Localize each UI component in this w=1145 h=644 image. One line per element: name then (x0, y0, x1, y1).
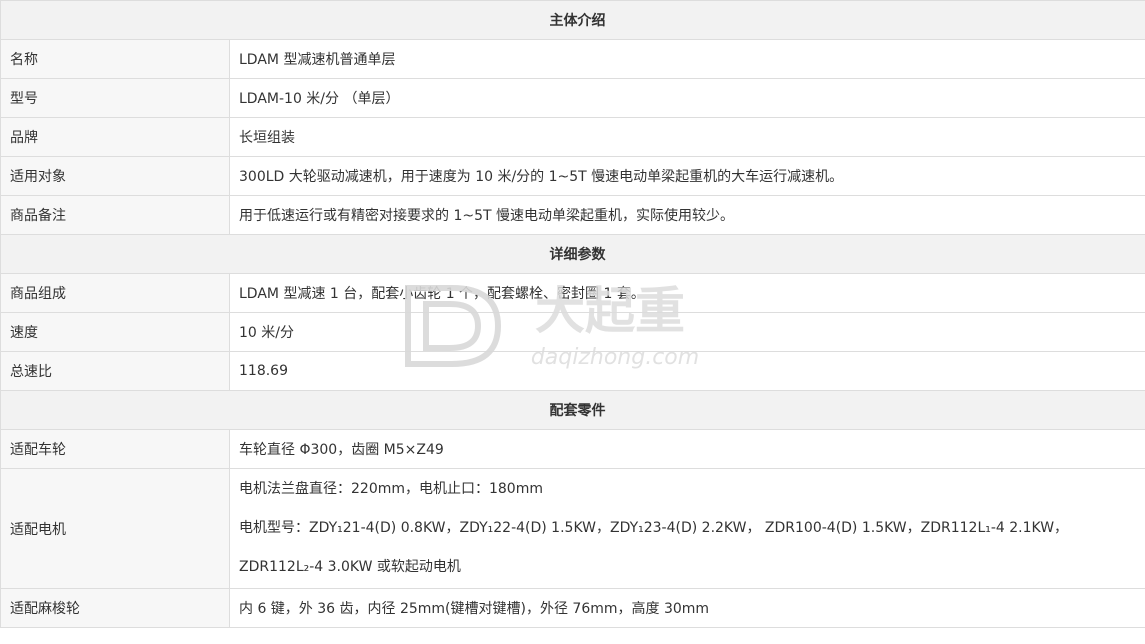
table-row: 商品组成 LDAM 型减速 1 台，配套小齿轮 1 个，配套螺栓、密封圈 1 套… (0, 273, 1145, 313)
row-label: 总速比 (0, 351, 230, 391)
row-value: 车轮直径 Φ300，齿圈 M5×Z49 (229, 429, 1145, 469)
row-value-multiline: 电机法兰盘直径：220mm，电机止口：180mm 电机型号：ZDY₁21-4(D… (229, 468, 1145, 589)
table-row: 品牌 长垣组装 (0, 117, 1145, 157)
row-value: 10 米/分 (229, 312, 1145, 352)
section-header-row: 详细参数 (0, 234, 1145, 274)
row-label: 商品组成 (0, 273, 230, 313)
row-value: 内 6 键，外 36 齿，内径 25mm(键槽对键槽)，外径 76mm，高度 3… (229, 588, 1145, 628)
table-row: 商品备注 用于低速运行或有精密对接要求的 1~5T 慢速电动单梁起重机，实际使用… (0, 195, 1145, 235)
section-title: 主体介绍 (0, 0, 1145, 40)
row-label: 适配车轮 (0, 429, 230, 469)
row-label: 型号 (0, 78, 230, 118)
row-value: LDAM 型减速机普通单层 (229, 39, 1145, 79)
row-label: 商品备注 (0, 195, 230, 235)
table-row: 型号 LDAM-10 米/分 （单层） (0, 78, 1145, 118)
row-value: 用于低速运行或有精密对接要求的 1~5T 慢速电动单梁起重机，实际使用较少。 (229, 195, 1145, 235)
section-title: 详细参数 (0, 234, 1145, 274)
row-label: 品牌 (0, 117, 230, 157)
row-value: 300LD 大轮驱动减速机，用于速度为 10 米/分的 1~5T 慢速电动单梁起… (229, 156, 1145, 196)
value-line: 电机型号：ZDY₁21-4(D) 0.8KW，ZDY₁22-4(D) 1.5KW… (239, 520, 1069, 536)
row-label: 适用对象 (0, 156, 230, 196)
table-row: 总速比 118.69 (0, 351, 1145, 391)
row-label: 速度 (0, 312, 230, 352)
table-row: 速度 10 米/分 (0, 312, 1145, 352)
value-line: ZDR112L₂-4 3.0KW 或软起动电机 (239, 559, 461, 575)
row-value: LDAM 型减速 1 台，配套小齿轮 1 个，配套螺栓、密封圈 1 套。 (229, 273, 1145, 313)
row-value: 长垣组装 (229, 117, 1145, 157)
table-row: 适配车轮 车轮直径 Φ300，齿圈 M5×Z49 (0, 429, 1145, 469)
section-header-row: 配套零件 (0, 390, 1145, 430)
row-label: 适配麻梭轮 (0, 588, 230, 628)
table-row: 名称 LDAM 型减速机普通单层 (0, 39, 1145, 79)
row-label: 适配电机 (0, 468, 230, 589)
row-value: LDAM-10 米/分 （单层） (229, 78, 1145, 118)
table-row: 适配麻梭轮 内 6 键，外 36 齿，内径 25mm(键槽对键槽)，外径 76m… (0, 588, 1145, 628)
value-line: 电机法兰盘直径：220mm，电机止口：180mm (239, 481, 543, 497)
table-row: 适用对象 300LD 大轮驱动减速机，用于速度为 10 米/分的 1~5T 慢速… (0, 156, 1145, 196)
spec-table: 主体介绍 名称 LDAM 型减速机普通单层 型号 LDAM-10 米/分 （单层… (0, 0, 1145, 628)
row-value: 118.69 (229, 351, 1145, 391)
section-title: 配套零件 (0, 390, 1145, 430)
row-label: 名称 (0, 39, 230, 79)
section-header-row: 主体介绍 (0, 0, 1145, 40)
table-row: 适配电机 电机法兰盘直径：220mm，电机止口：180mm 电机型号：ZDY₁2… (0, 468, 1145, 589)
